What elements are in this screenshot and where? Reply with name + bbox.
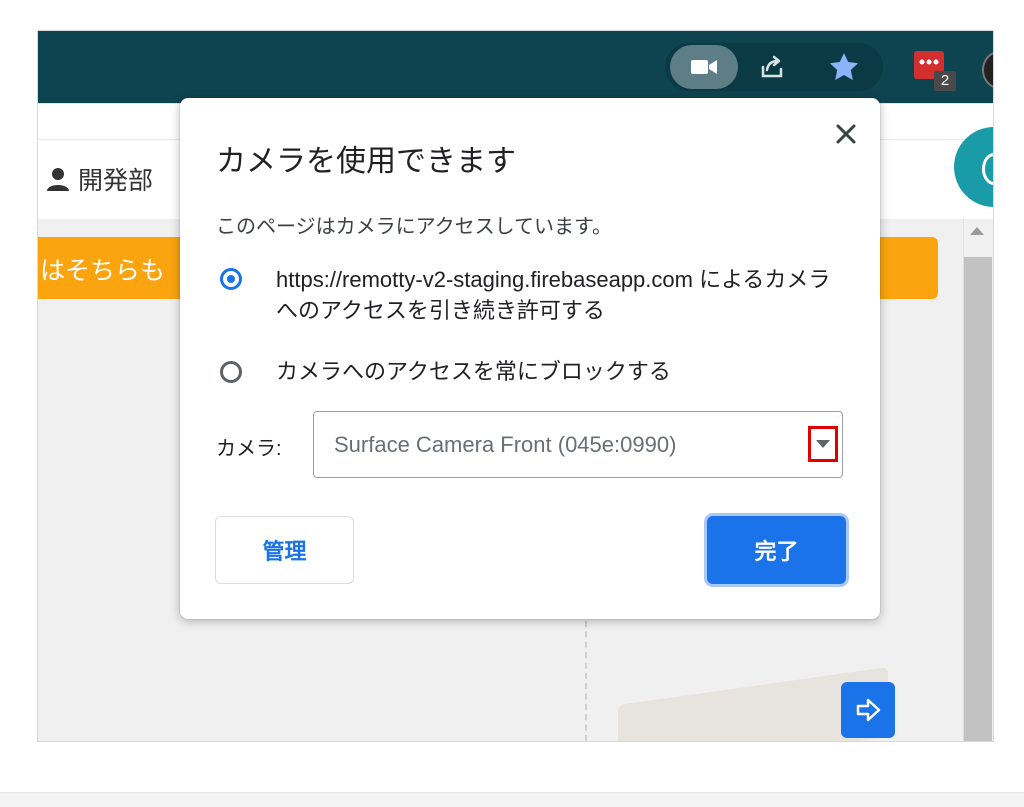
dashed-divider bbox=[585, 621, 587, 741]
arrow-right-icon bbox=[856, 698, 881, 722]
allow-camera-radio[interactable] bbox=[220, 268, 242, 290]
browser-toolbar: 2 bbox=[38, 31, 993, 103]
extension-badge: 2 bbox=[934, 71, 956, 91]
allow-camera-label[interactable]: https://remotty-v2-staging.firebaseapp.c… bbox=[276, 264, 846, 326]
enter-button[interactable] bbox=[841, 682, 895, 738]
chevron-down-icon[interactable] bbox=[808, 426, 838, 462]
block-camera-radio[interactable] bbox=[220, 361, 242, 383]
profile-avatar[interactable] bbox=[982, 51, 993, 89]
share-icon bbox=[761, 55, 783, 78]
department-name: 開発部 bbox=[78, 167, 154, 195]
popup-title: カメラを使用できます bbox=[216, 145, 516, 178]
department-label: 開発部 bbox=[44, 161, 153, 197]
manage-button[interactable]: 管理 bbox=[215, 516, 354, 584]
camera-select-value: Surface Camera Front (045e:0990) bbox=[334, 432, 677, 457]
close-button[interactable] bbox=[828, 116, 864, 152]
scrollbar-thumb[interactable] bbox=[964, 257, 992, 741]
banner-text: はそちらも bbox=[40, 257, 166, 285]
scroll-up-arrow-icon[interactable] bbox=[970, 227, 984, 235]
popup-description: このページはカメラにアクセスしています。 bbox=[216, 216, 612, 238]
camera-label: カメラ: bbox=[216, 438, 282, 460]
camera-indicator-button[interactable] bbox=[670, 45, 738, 89]
extension-button[interactable]: 2 bbox=[910, 49, 956, 95]
camera-select[interactable]: Surface Camera Front (045e:0990) bbox=[313, 411, 843, 478]
camera-permission-popup: カメラを使用できます このページはカメラにアクセスしています。 https://… bbox=[180, 98, 880, 619]
block-camera-label[interactable]: カメラへのアクセスを常にブロックする bbox=[276, 356, 671, 387]
share-button[interactable] bbox=[754, 49, 790, 85]
person-icon bbox=[47, 168, 69, 191]
done-button[interactable]: 完了 bbox=[707, 516, 846, 584]
bookmark-button[interactable] bbox=[824, 47, 864, 87]
camera-icon bbox=[691, 60, 717, 74]
bookmark-star-icon bbox=[830, 53, 858, 80]
close-icon bbox=[836, 124, 856, 144]
bottom-strip bbox=[0, 792, 1024, 807]
